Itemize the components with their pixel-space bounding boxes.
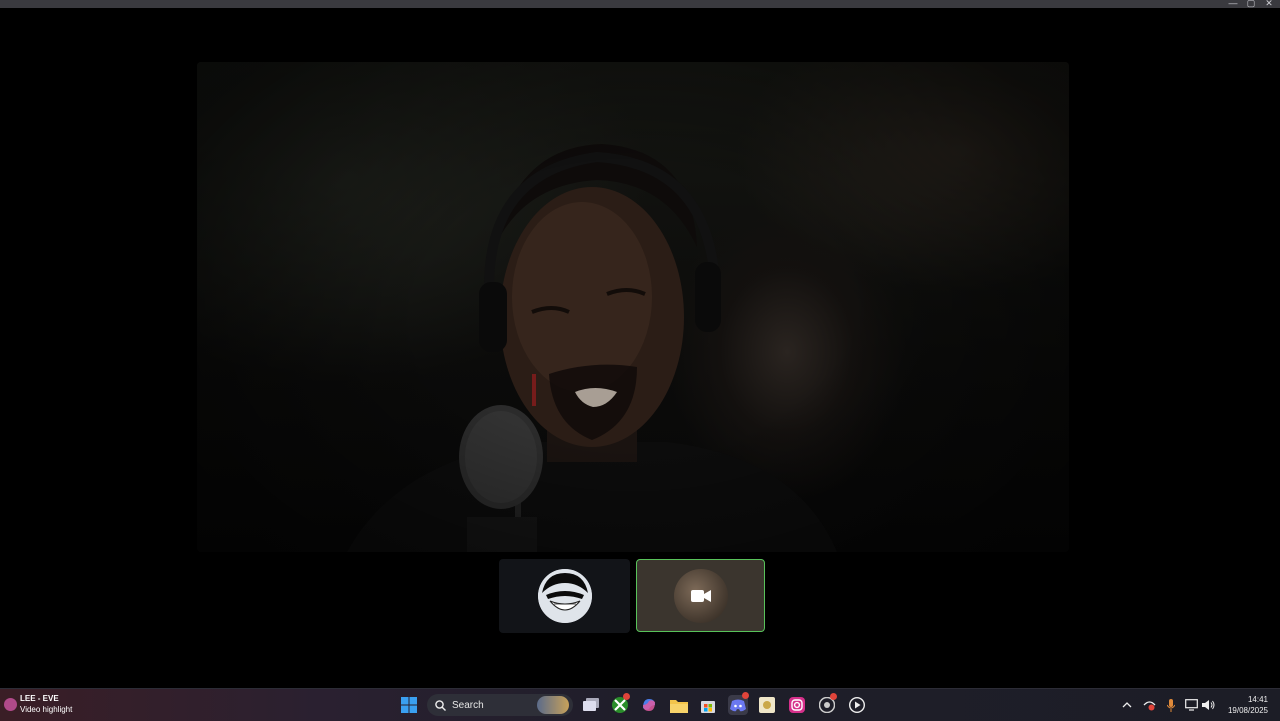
- game-bar-notification-icon: [4, 697, 17, 711]
- start-button[interactable]: [399, 695, 419, 715]
- notification-badge: [742, 692, 749, 699]
- discord-icon: [730, 699, 746, 711]
- taskbar: LEE - EVE Video highlight Search 14:41 1…: [0, 688, 1280, 721]
- show-hidden-icons-button[interactable]: [1121, 697, 1133, 713]
- browser-button[interactable]: [817, 693, 837, 715]
- grinning-face-icon: [537, 569, 592, 623]
- main-video-stage[interactable]: [197, 62, 1069, 552]
- network-status-icon: [1143, 701, 1155, 711]
- app-button[interactable]: [757, 695, 777, 715]
- participant-avatar: [537, 569, 592, 623]
- folder-icon: [670, 699, 688, 713]
- participant-avatar: [673, 568, 728, 623]
- search-label: Search: [452, 699, 484, 711]
- tray-network-status[interactable]: [1142, 697, 1156, 713]
- video-camera-icon: [690, 589, 711, 602]
- close-button[interactable]: ✕: [1264, 0, 1274, 8]
- microsoft-store-button[interactable]: [698, 695, 718, 715]
- microphone-icon: [1167, 698, 1175, 712]
- notification-subtitle: Video highlight: [20, 705, 73, 714]
- taskbar-clock[interactable]: 14:41 19/08/2025: [1228, 694, 1268, 716]
- play-icon: [849, 697, 865, 713]
- file-explorer-button[interactable]: [669, 695, 689, 715]
- video-vignette: [197, 62, 1069, 552]
- instagram-button[interactable]: [787, 695, 807, 715]
- chevron-up-icon: [1122, 702, 1132, 708]
- xbox-button[interactable]: [610, 693, 630, 715]
- store-bag-icon: [701, 701, 715, 713]
- minimize-button[interactable]: —: [1228, 0, 1238, 8]
- app-icon: [759, 697, 775, 713]
- task-view-button[interactable]: [581, 695, 601, 715]
- tray-display[interactable]: [1184, 697, 1198, 713]
- participant-tile-1[interactable]: [499, 559, 630, 633]
- search-highlight-image: [537, 696, 569, 714]
- display-icon: [1184, 699, 1198, 711]
- instagram-icon: [789, 697, 805, 713]
- copilot-icon: [643, 699, 655, 711]
- windows-logo-icon: [401, 697, 417, 713]
- taskbar-search-box[interactable]: Search: [427, 694, 573, 716]
- notification-badge: [830, 693, 837, 700]
- taskbar-notification[interactable]: LEE - EVE Video highlight: [4, 693, 72, 715]
- tray-microphone[interactable]: [1164, 697, 1178, 713]
- participant-tile-2-active-speaker[interactable]: [636, 559, 765, 632]
- notification-badge: [623, 693, 630, 700]
- tray-volume[interactable]: [1201, 697, 1215, 713]
- clock-time: 14:41: [1247, 695, 1268, 704]
- search-icon: [435, 699, 446, 711]
- copilot-button[interactable]: [639, 695, 659, 715]
- media-player-button[interactable]: [847, 695, 867, 715]
- window-titlebar: [0, 0, 1280, 8]
- maximize-button[interactable]: ▢: [1246, 0, 1256, 8]
- discord-button[interactable]: [728, 692, 749, 715]
- volume-icon: [1201, 700, 1214, 710]
- notification-title: LEE - EVE: [20, 694, 59, 703]
- clock-date: 19/08/2025: [1227, 706, 1268, 715]
- task-view-icon: [583, 698, 599, 711]
